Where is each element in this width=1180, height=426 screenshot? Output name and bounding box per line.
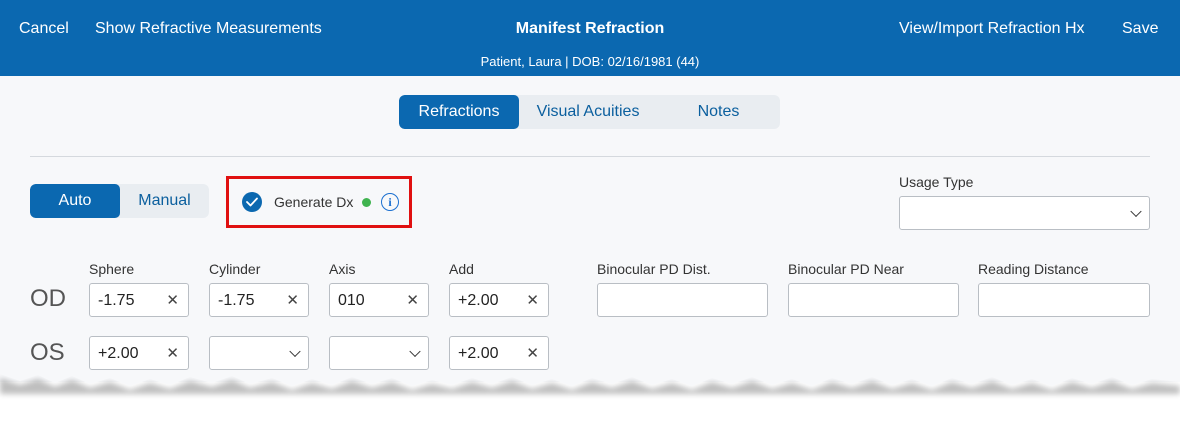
close-icon[interactable]: ✕: [526, 291, 539, 309]
sphere-label: Sphere: [89, 261, 135, 277]
binocular-pd-near-label: Binocular PD Near: [788, 261, 904, 277]
od-add-value: +2.00: [458, 292, 499, 309]
binocular-pd-near-input[interactable]: [788, 283, 959, 317]
od-sphere-value: -1.75: [98, 292, 135, 309]
close-icon[interactable]: ✕: [286, 291, 299, 309]
os-axis-select[interactable]: [329, 336, 429, 370]
tab-notes[interactable]: Notes: [657, 95, 780, 129]
manual-mode-button[interactable]: Manual: [120, 184, 209, 218]
od-add-input[interactable]: +2.00 ✕: [449, 283, 549, 317]
add-label: Add: [449, 261, 474, 277]
info-icon[interactable]: i: [381, 193, 399, 211]
generate-dx-checkbox[interactable]: [242, 192, 262, 212]
od-row-label: OD: [30, 285, 66, 312]
reading-distance-label: Reading Distance: [978, 261, 1089, 277]
chevron-down-icon: [409, 345, 421, 358]
usage-type-label: Usage Type: [899, 174, 974, 190]
os-sphere-input[interactable]: +2.00 ✕: [89, 336, 189, 370]
content-area: Refractions Visual Acuities Notes Auto M…: [0, 76, 1180, 382]
chevron-down-icon: [1130, 205, 1142, 218]
mode-toggle: Auto Manual: [30, 184, 209, 218]
os-add-value: +2.00: [458, 345, 499, 362]
od-axis-value: 010: [338, 292, 365, 309]
os-cylinder-select[interactable]: [209, 336, 309, 370]
close-icon[interactable]: ✕: [526, 344, 539, 362]
close-icon[interactable]: ✕: [166, 291, 179, 309]
usage-type-select[interactable]: [899, 196, 1150, 230]
os-add-input[interactable]: +2.00 ✕: [449, 336, 549, 370]
generate-dx-label: Generate Dx: [274, 194, 354, 210]
axis-label: Axis: [329, 261, 356, 277]
tab-bar: Refractions Visual Acuities Notes: [399, 95, 780, 129]
generate-dx-highlight: Generate Dx i: [226, 176, 412, 228]
cylinder-label: Cylinder: [209, 261, 261, 277]
divider: [30, 156, 1150, 157]
binocular-pd-dist-input[interactable]: [597, 283, 768, 317]
close-icon[interactable]: ✕: [166, 344, 179, 362]
binocular-pd-dist-label: Binocular PD Dist.: [597, 261, 711, 277]
patient-info: Patient, Laura | DOB: 02/16/1981 (44): [480, 54, 700, 69]
os-sphere-value: +2.00: [98, 345, 139, 362]
tab-refractions[interactable]: Refractions: [399, 95, 519, 129]
chevron-down-icon: [289, 345, 301, 358]
close-icon[interactable]: ✕: [406, 291, 419, 309]
view-import-refraction-hx-button[interactable]: View/Import Refraction Hx: [899, 19, 1085, 39]
check-icon: [246, 197, 258, 207]
auto-mode-button[interactable]: Auto: [30, 184, 120, 218]
od-cylinder-value: -1.75: [218, 292, 255, 309]
od-sphere-input[interactable]: -1.75 ✕: [89, 283, 189, 317]
save-button[interactable]: Save: [1122, 19, 1158, 39]
reading-distance-input[interactable]: [978, 283, 1150, 317]
od-cylinder-input[interactable]: -1.75 ✕: [209, 283, 309, 317]
od-axis-input[interactable]: 010 ✕: [329, 283, 429, 317]
status-dot-icon: [362, 198, 371, 207]
header-bar: Cancel Show Refractive Measurements Mani…: [0, 0, 1180, 76]
torn-edge-decoration: [0, 370, 1180, 394]
tab-visual-acuities[interactable]: Visual Acuities: [519, 95, 657, 129]
os-row-label: OS: [30, 339, 65, 366]
